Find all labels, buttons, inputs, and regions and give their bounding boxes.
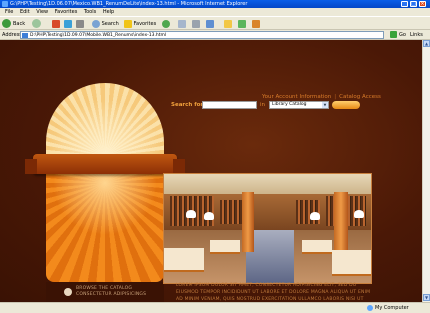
lamp bbox=[354, 210, 364, 218]
top-nav: Your Account Information | Catalog Access bbox=[262, 94, 381, 100]
links-button[interactable]: Links bbox=[410, 30, 423, 40]
menu-favorites[interactable]: Favorites bbox=[55, 9, 78, 15]
nav-account-link[interactable]: Your Account Information bbox=[262, 94, 331, 100]
computer-icon bbox=[367, 305, 373, 311]
chevron-down-icon: ▼ bbox=[322, 102, 328, 108]
edit-button[interactable] bbox=[206, 19, 214, 29]
search-label: Search for: bbox=[171, 102, 206, 108]
scroll-down-arrow-icon[interactable]: ▼ bbox=[423, 294, 430, 301]
sunburst-arch bbox=[46, 83, 164, 156]
lamp bbox=[204, 212, 214, 220]
photo-ceiling bbox=[164, 174, 371, 194]
lamp bbox=[310, 212, 320, 220]
messenger-icon bbox=[252, 19, 260, 28]
lamp bbox=[186, 210, 196, 218]
nav-catalog-link[interactable]: Catalog Access bbox=[339, 94, 381, 100]
favorites-button[interactable]: Favorites bbox=[124, 19, 156, 29]
title-bar: G:\PHP\Testing\1D.06.07\Mexico.WB1_Renum… bbox=[0, 0, 430, 8]
menu-edit[interactable]: Edit bbox=[20, 9, 30, 15]
nav-separator: | bbox=[334, 94, 337, 100]
go-button[interactable]: Go bbox=[390, 31, 406, 39]
address-value: D:\PHP\Testing\1D.09.07\Mobile.WB1_Renum… bbox=[30, 33, 167, 38]
print-button[interactable] bbox=[192, 19, 200, 29]
forward-button[interactable] bbox=[32, 19, 43, 29]
messenger-button[interactable] bbox=[252, 19, 260, 29]
favorites-label: Favorites bbox=[133, 21, 157, 27]
window-title: G:\PHP\Testing\1D.06.07\Mexico.WB1_Renum… bbox=[10, 1, 248, 7]
search-label: Search bbox=[101, 21, 119, 27]
library-photo bbox=[163, 173, 372, 284]
refresh-icon bbox=[64, 19, 72, 28]
stop-icon bbox=[52, 19, 60, 28]
search-input[interactable] bbox=[202, 101, 257, 109]
magnifier-icon bbox=[64, 288, 72, 296]
search-in-label: in bbox=[260, 102, 266, 108]
page-content: Your Account Information | Catalog Access … bbox=[0, 40, 422, 302]
folder-icon bbox=[224, 19, 232, 28]
vertical-scrollbar[interactable]: ▲ ▼ bbox=[422, 40, 430, 302]
go-label: Go bbox=[399, 32, 406, 38]
menu-help[interactable]: Help bbox=[103, 9, 114, 15]
menu-bar: File Edit View Favorites Tools Help bbox=[0, 8, 430, 16]
mail-icon bbox=[178, 19, 186, 28]
forward-arrow-icon bbox=[32, 19, 41, 28]
go-arrow-icon bbox=[390, 31, 397, 38]
media-icon bbox=[162, 19, 170, 28]
catalog-select-value: Library Catalog bbox=[272, 102, 307, 107]
search-go-button[interactable] bbox=[332, 101, 360, 109]
stop-button[interactable] bbox=[52, 19, 60, 29]
menu-file[interactable]: File bbox=[5, 9, 13, 15]
address-input[interactable]: D:\PHP\Testing\1D.09.07\Mobile.WB1_Renum… bbox=[20, 31, 384, 39]
toolbar: Back Search Favorites bbox=[0, 16, 430, 30]
search-icon bbox=[92, 19, 100, 28]
print-icon bbox=[192, 19, 200, 28]
pillar bbox=[242, 192, 254, 252]
ie-icon bbox=[2, 1, 8, 7]
reading-desk bbox=[210, 240, 240, 254]
status-bar: My Computer bbox=[0, 302, 430, 312]
back-label: Back bbox=[13, 21, 26, 27]
discuss-button[interactable] bbox=[238, 19, 246, 29]
favorites-star-icon bbox=[124, 19, 132, 28]
maximize-button[interactable]: □ bbox=[410, 1, 417, 7]
promo-line-2: CONSECTETUR ADIPISICINGS bbox=[76, 292, 147, 297]
mail-button[interactable] bbox=[178, 19, 186, 29]
media-button[interactable] bbox=[162, 19, 170, 29]
back-arrow-icon bbox=[2, 19, 11, 28]
menu-view[interactable]: View bbox=[36, 9, 48, 15]
home-icon bbox=[76, 19, 84, 28]
home-button[interactable] bbox=[76, 19, 84, 29]
scroll-up-arrow-icon[interactable]: ▲ bbox=[423, 40, 430, 47]
catalog-select[interactable]: Library Catalog ▼ bbox=[269, 101, 329, 109]
intro-paragraph: LOREM IPSUM DOLOR SIT AMET, CONSECTETUR … bbox=[176, 283, 371, 302]
reading-desk bbox=[302, 240, 332, 254]
page-icon bbox=[22, 33, 28, 38]
ribbon-banner bbox=[25, 154, 185, 174]
reading-desk bbox=[332, 250, 371, 276]
sunburst-panel bbox=[46, 172, 164, 282]
promo-text[interactable]: BROWSE THE CATALOG CONSECTETUR ADIPISICI… bbox=[76, 286, 146, 298]
edit-icon bbox=[206, 19, 214, 28]
address-bar: Address D:\PHP\Testing\1D.09.07\Mobile.W… bbox=[0, 30, 430, 40]
zone-label: My Computer bbox=[375, 305, 409, 311]
back-button[interactable]: Back bbox=[2, 19, 25, 29]
bookshelf bbox=[220, 200, 244, 224]
discuss-icon bbox=[238, 19, 246, 28]
minimize-button[interactable]: _ bbox=[401, 1, 408, 7]
menu-tools[interactable]: Tools bbox=[84, 9, 96, 15]
search-button[interactable]: Search bbox=[92, 19, 119, 29]
address-label: Address bbox=[2, 32, 22, 38]
close-button[interactable]: × bbox=[419, 1, 426, 7]
reading-desk bbox=[164, 248, 204, 272]
folder-button[interactable] bbox=[224, 19, 232, 29]
browser-window: G:\PHP\Testing\1D.06.07\Mexico.WB1_Renum… bbox=[0, 0, 430, 312]
refresh-button[interactable] bbox=[64, 19, 72, 29]
